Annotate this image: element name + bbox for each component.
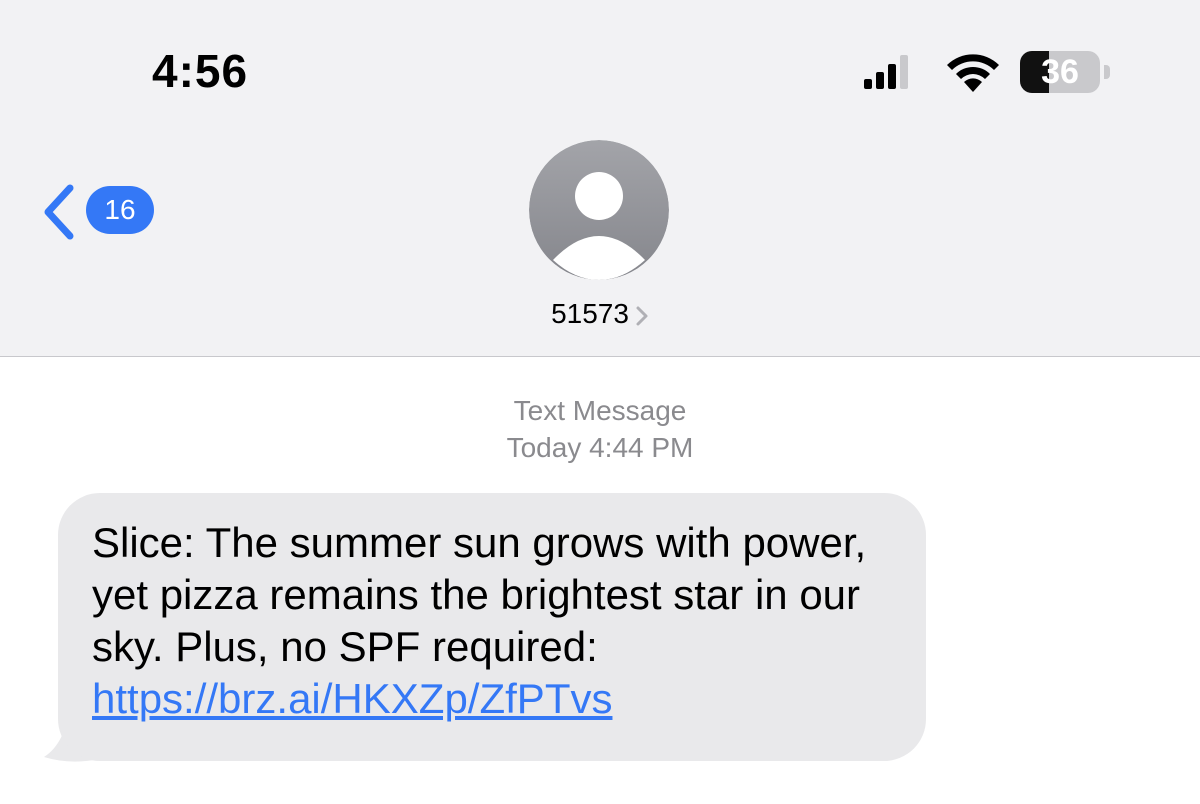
contact-name: 51573 — [551, 298, 629, 329]
unread-count-badge: 16 — [86, 186, 154, 234]
back-button[interactable]: 16 — [40, 180, 160, 244]
wifi-icon — [947, 54, 999, 92]
service-label: Text Message — [513, 395, 687, 426]
conversation-header: 4:56 36 16 51573 — [0, 0, 1200, 357]
incoming-message: Slice: The summer sun grows with power, … — [40, 493, 930, 768]
message-link[interactable]: https://brz.ai/HKXZp/ZfPTvs — [92, 675, 612, 722]
battery-level: 36 — [1041, 53, 1079, 91]
contact-avatar[interactable] — [529, 140, 669, 280]
message-bubble[interactable]: Slice: The summer sun grows with power, … — [58, 493, 926, 761]
battery-icon: 36 — [1020, 51, 1112, 93]
chevron-right-icon — [636, 306, 648, 326]
message-text: Slice: The summer sun grows with power, … — [92, 519, 867, 670]
cellular-signal-icon — [864, 55, 908, 89]
contact-name-button[interactable]: 51573 — [500, 294, 700, 334]
status-bar-time: 4:56 — [152, 45, 249, 97]
message-timestamp: Today 4:44 PM — [506, 432, 694, 463]
chevron-left-icon — [44, 184, 74, 240]
